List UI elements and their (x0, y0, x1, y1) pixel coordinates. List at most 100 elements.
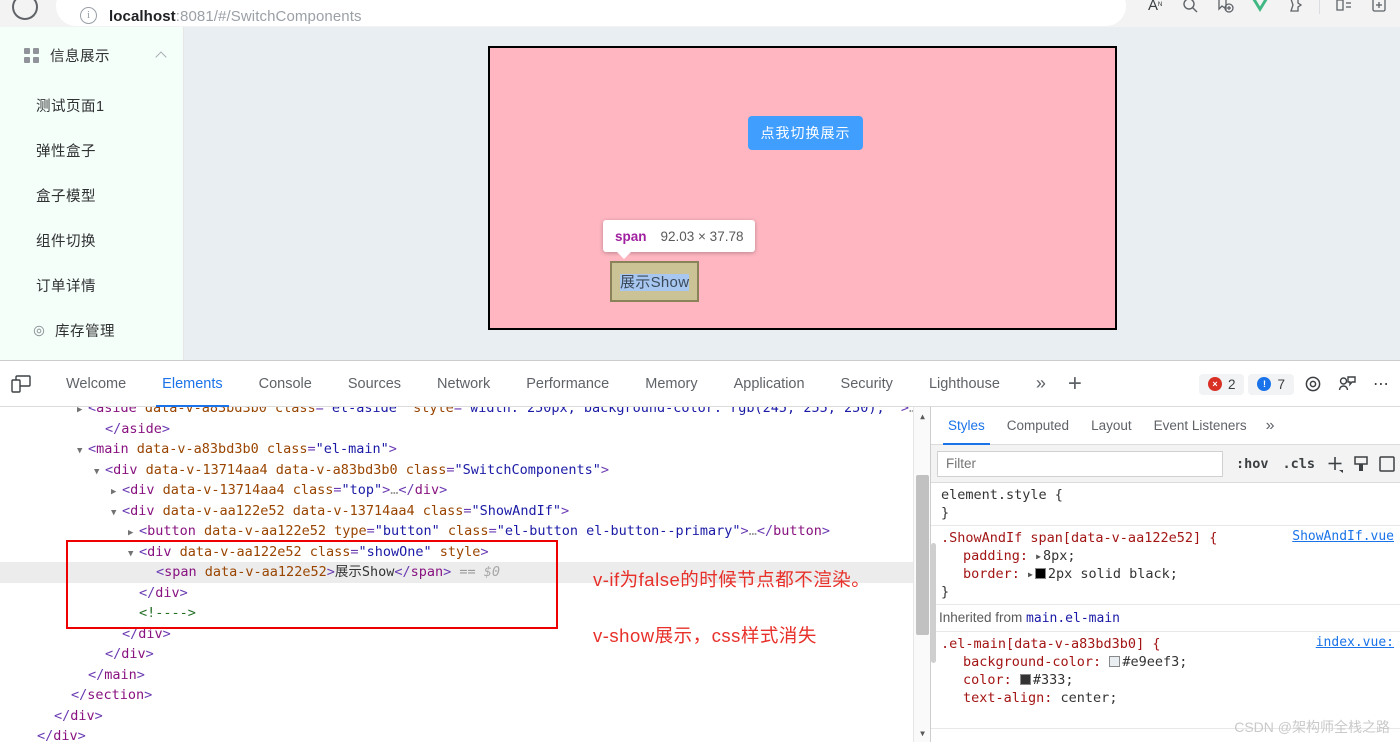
css-property[interactable]: border: (963, 566, 1028, 582)
search-icon[interactable] (1175, 0, 1205, 18)
css-property[interactable]: text-align: (963, 690, 1061, 706)
reload-icon[interactable] (12, 0, 38, 20)
expand-triangle-icon[interactable] (128, 523, 139, 544)
devtools-tab-console[interactable]: Console (241, 361, 330, 407)
css-source-link[interactable]: ShowAndIf.vue (1292, 529, 1394, 544)
device-toolbar-icon[interactable] (10, 374, 32, 394)
css-selector[interactable]: .el-main[data-v-a83bd3b0] { (941, 636, 1160, 652)
css-property[interactable]: background-color: (963, 654, 1109, 670)
styles-more-tabs-icon[interactable]: » (1258, 417, 1283, 435)
css-value[interactable]: center; (1061, 690, 1118, 706)
new-style-rule-icon[interactable] (1322, 451, 1348, 477)
dom-tree-node[interactable]: <button data-v-aa122e52 type="button" cl… (0, 521, 930, 542)
css-declaration[interactable]: padding: ▶ 8px; (941, 547, 1400, 565)
devtools-tab-elements[interactable]: Elements (144, 361, 240, 407)
css-value[interactable]: 2px solid black; (1048, 566, 1178, 582)
toggle-pseudo-class-button[interactable]: :hov (1229, 456, 1276, 472)
split-screen-icon[interactable] (1329, 0, 1359, 18)
devtools-tab-welcome[interactable]: Welcome (48, 361, 144, 407)
css-value[interactable]: #333; (1033, 672, 1074, 688)
more-options-icon[interactable]: ⋯ (1366, 369, 1396, 399)
devtools-tab-performance[interactable]: Performance (508, 361, 627, 407)
inherited-source[interactable]: main.el-main (1026, 611, 1120, 626)
collapse-triangle-icon[interactable] (77, 441, 88, 462)
css-value[interactable]: #e9eef3; (1122, 654, 1187, 670)
dom-tree-node[interactable]: </aside> (0, 419, 930, 440)
css-value[interactable]: 8px; (1043, 548, 1076, 564)
sidebar-item-switch-components[interactable]: 组件切换 (0, 218, 183, 263)
vue-devtools-icon[interactable] (1245, 0, 1275, 18)
dom-tree-node[interactable]: <div data-v-13714aa4 data-v-a83bd3b0 cla… (0, 460, 930, 481)
collapse-triangle-icon[interactable] (111, 503, 122, 524)
dom-tree-node[interactable]: </section> (0, 685, 930, 706)
expand-triangle-icon[interactable] (111, 482, 122, 503)
devtools-tab-security[interactable]: Security (823, 361, 911, 407)
styles-tab-computed[interactable]: Computed (996, 407, 1080, 445)
add-tab-icon[interactable] (1364, 0, 1394, 18)
switch-display-button[interactable]: 点我切换展示 (748, 116, 863, 150)
styles-tab-styles[interactable]: Styles (937, 407, 996, 445)
devtools-tab-application[interactable]: Application (716, 361, 823, 407)
dom-tree-node[interactable]: </div> (0, 726, 930, 742)
devtools-tab-network[interactable]: Network (419, 361, 508, 407)
highlighted-span[interactable]: 展示Show (610, 261, 700, 302)
computed-style-sidebar-icon[interactable] (1348, 451, 1374, 477)
dom-tree-node[interactable]: <div data-v-aa122e52 class="showOne" sty… (0, 542, 930, 563)
styles-tab-layout[interactable]: Layout (1080, 407, 1143, 445)
scrollbar-thumb[interactable] (931, 543, 936, 663)
collapse-triangle-icon[interactable] (94, 462, 105, 483)
styles-tab-event-listeners[interactable]: Event Listeners (1143, 407, 1258, 445)
css-selector[interactable]: .ShowAndIf span[data-v-aa122e52] { (941, 530, 1217, 546)
extension-icon[interactable] (1280, 0, 1310, 18)
gear-icon[interactable] (1298, 369, 1328, 399)
devtools-tab-lighthouse[interactable]: Lighthouse (911, 361, 1018, 407)
toggle-sidebar-icon[interactable] (1374, 451, 1400, 477)
css-property[interactable]: color: (963, 672, 1020, 688)
expand-triangle-icon[interactable]: ▶ (1036, 548, 1041, 566)
dom-tree-scrollbar[interactable]: ▲ ▼ (913, 407, 930, 742)
css-declaration[interactable]: border: ▶ 2px solid black; (941, 565, 1400, 583)
dom-tree-node[interactable]: <div data-v-aa122e52 data-v-13714aa4 cla… (0, 501, 930, 522)
collections-icon[interactable] (1210, 0, 1240, 18)
sidebar-item-test-page-1[interactable]: 测试页面1 (0, 83, 183, 128)
dom-tree-node[interactable]: <!----> (0, 603, 930, 624)
more-tabs-icon[interactable]: » (1026, 373, 1056, 394)
scroll-up-icon[interactable]: ▲ (914, 408, 930, 425)
collapse-triangle-icon[interactable] (128, 544, 139, 565)
dom-tree-pane[interactable]: <aside data-v-a83bd3b0 class="el-aside" … (0, 407, 930, 742)
feedback-icon[interactable] (1332, 369, 1362, 399)
css-source-link[interactable]: index.vue: (1316, 635, 1394, 650)
site-info-icon[interactable]: i (80, 7, 97, 24)
sidebar-item-box-model[interactable]: 盒子模型 (0, 173, 183, 218)
css-declaration[interactable]: text-align: center; (941, 689, 1400, 707)
read-aloud-icon[interactable]: Aᴺ (1140, 0, 1170, 18)
add-panel-icon[interactable]: + (1056, 370, 1094, 398)
dom-tree-node[interactable]: <aside data-v-a83bd3b0 class="el-aside" … (0, 407, 930, 419)
color-swatch[interactable] (1019, 674, 1031, 685)
expand-triangle-icon[interactable] (77, 407, 88, 421)
styles-filter-input[interactable] (937, 450, 1223, 477)
info-count-badge[interactable]: ! 7 (1248, 373, 1294, 395)
sidebar-item-inventory[interactable]: 库存管理 (0, 308, 183, 353)
color-swatch[interactable] (1109, 656, 1121, 667)
scroll-down-icon[interactable]: ▼ (914, 725, 930, 742)
css-selector[interactable]: element.style { (941, 487, 1063, 503)
styles-scrollbar[interactable] (931, 483, 936, 742)
css-declaration[interactable]: background-color: #e9eef3; (941, 653, 1400, 671)
dom-tree-node[interactable]: </main> (0, 665, 930, 686)
dom-tree-node[interactable]: </div> (0, 706, 930, 727)
devtools-tab-sources[interactable]: Sources (330, 361, 419, 407)
sidebar-item-flexbox[interactable]: 弹性盒子 (0, 128, 183, 173)
dom-tree-node[interactable]: <main data-v-a83bd3b0 class="el-main"> (0, 439, 930, 460)
chevron-up-icon[interactable] (155, 50, 167, 63)
css-property[interactable]: padding: (963, 548, 1036, 564)
color-swatch[interactable] (1034, 568, 1046, 579)
expand-triangle-icon[interactable]: ▶ (1028, 566, 1033, 584)
address-bar[interactable]: i localhost:8081/#/SwitchComponents (56, 0, 1126, 26)
error-count-badge[interactable]: × 2 (1198, 373, 1245, 395)
scrollbar-thumb[interactable] (916, 475, 929, 635)
sidebar-item-order-detail[interactable]: 订单详情 (0, 263, 183, 308)
dom-tree-node[interactable]: <div data-v-13714aa4 class="top">…</div> (0, 480, 930, 501)
devtools-tab-memory[interactable]: Memory (627, 361, 715, 407)
sidebar-group-header[interactable]: 信息展示 (0, 27, 183, 83)
